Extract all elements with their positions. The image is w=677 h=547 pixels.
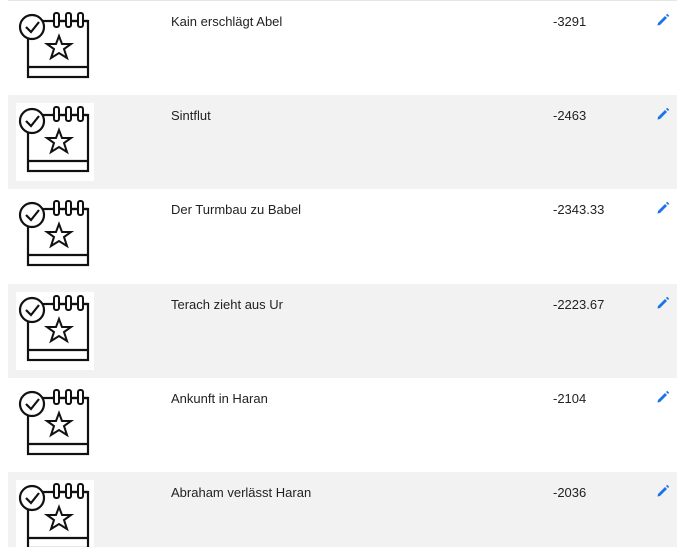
pencil-icon[interactable] <box>656 390 670 404</box>
list-item[interactable]: Der Turmbau zu Babel -2343.33 <box>8 189 677 283</box>
pencil-icon[interactable] <box>656 296 670 310</box>
list-item[interactable]: Kain erschlägt Abel -3291 <box>8 0 677 95</box>
event-year: -2223.67 <box>553 297 605 312</box>
calendar-star-check-icon <box>16 9 94 87</box>
event-title: Terach zieht aus Ur <box>171 297 283 312</box>
pencil-icon[interactable] <box>656 201 670 215</box>
calendar-star-check-icon <box>16 197 94 275</box>
event-title: Sintflut <box>171 108 211 123</box>
event-title: Abraham verlässt Haran <box>171 485 312 500</box>
pencil-icon[interactable] <box>656 484 670 498</box>
list-item[interactable]: Sintflut -2463 <box>8 95 677 189</box>
event-year: -2036 <box>553 485 587 500</box>
list-item[interactable]: Ankunft in Haran -2104 <box>8 378 677 472</box>
event-title: Der Turmbau zu Babel <box>171 202 302 217</box>
calendar-star-check-icon <box>16 386 94 464</box>
event-list: Kain erschlägt Abel -3291 Sintflut -2463… <box>0 0 677 547</box>
event-title: Kain erschlägt Abel <box>171 14 283 29</box>
event-year: -2463 <box>553 108 587 123</box>
list-item[interactable]: Terach zieht aus Ur -2223.67 <box>8 284 677 378</box>
pencil-icon[interactable] <box>656 107 670 121</box>
calendar-star-check-icon <box>16 103 94 181</box>
event-title: Ankunft in Haran <box>171 391 268 406</box>
event-year: -3291 <box>553 14 587 29</box>
calendar-star-check-icon <box>16 480 94 547</box>
event-year: -2104 <box>553 391 587 406</box>
event-year: -2343.33 <box>553 202 605 217</box>
list-item[interactable]: Abraham verlässt Haran -2036 <box>8 472 677 547</box>
calendar-star-check-icon <box>16 292 94 370</box>
pencil-icon[interactable] <box>656 13 670 27</box>
